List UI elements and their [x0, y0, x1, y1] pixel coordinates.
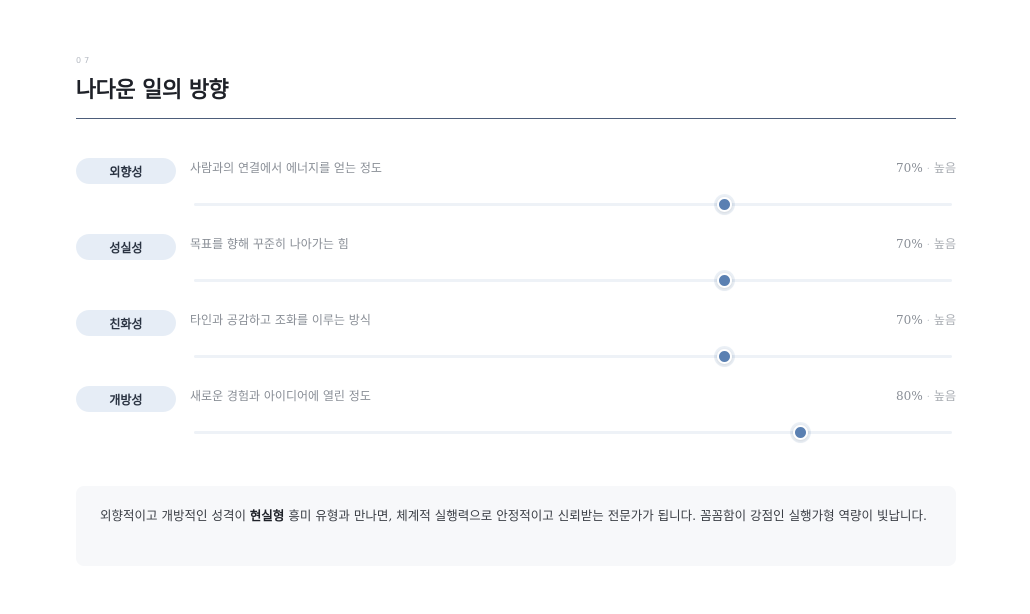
trait-level: 높음: [933, 389, 956, 403]
trait-score: 70% · 높음: [896, 311, 956, 328]
trait-row-conscientiousness: 성실성 목표를 향해 꾸준히 나아가는 힘 70% · 높음: [76, 234, 956, 304]
trait-level: 높음: [933, 161, 956, 175]
summary-text-before: 외향적이고 개방적인 성격이: [100, 508, 250, 523]
summary-text-after: 흥미 유형과 만나면, 체계적 실행력으로 안정적이고 신뢰받는 전문가가 됩니…: [284, 508, 927, 523]
trait-row-agreeableness: 친화성 타인과 공감하고 조화를 이루는 방식 70% · 높음: [76, 310, 956, 380]
summary-box: 외향적이고 개방적인 성격이 현실형 흥미 유형과 만나면, 체계적 실행력으로…: [76, 486, 956, 566]
slider-knob[interactable]: [717, 349, 733, 364]
trait-percent: 80%: [896, 389, 923, 403]
trait-percent: 70%: [896, 161, 923, 175]
trait-score: 70% · 높음: [896, 159, 956, 176]
slider-knob[interactable]: [717, 273, 733, 288]
title-divider: [76, 118, 956, 119]
trait-row-openness: 개방성 새로운 경험과 아이디어에 열린 정도 80% · 높음: [76, 386, 956, 456]
separator-dot: ·: [926, 316, 930, 327]
separator-dot: ·: [926, 164, 930, 175]
trait-score: 80% · 높음: [896, 387, 956, 404]
trait-badge: 친화성: [76, 310, 176, 336]
slider-knob[interactable]: [792, 425, 808, 440]
trait-description: 목표를 향해 꾸준히 나아가는 힘: [190, 237, 349, 251]
slider-track: [194, 431, 952, 434]
trait-percent: 70%: [896, 313, 923, 327]
separator-dot: ·: [926, 392, 930, 403]
trait-percent: 70%: [896, 237, 923, 251]
trait-badge: 외향성: [76, 158, 176, 184]
section-number: 07: [76, 56, 93, 65]
slider-knob[interactable]: [717, 197, 733, 212]
trait-row-extraversion: 외향성 사람과의 연결에서 에너지를 얻는 정도 70% · 높음: [76, 158, 956, 228]
trait-badge: 개방성: [76, 386, 176, 412]
slider-track: [194, 355, 952, 358]
page-title: 나다운 일의 방향: [76, 78, 229, 103]
trait-level: 높음: [933, 313, 956, 327]
separator-dot: ·: [926, 240, 930, 251]
slider-track: [194, 279, 952, 282]
trait-description: 타인과 공감하고 조화를 이루는 방식: [190, 313, 371, 327]
page: 07 나다운 일의 방향 외향성 사람과의 연결에서 에너지를 얻는 정도 70…: [0, 0, 1030, 614]
trait-description: 새로운 경험과 아이디어에 열린 정도: [190, 389, 371, 403]
summary-highlight: 현실형: [249, 508, 285, 523]
trait-badge: 성실성: [76, 234, 176, 260]
trait-score: 70% · 높음: [896, 235, 956, 252]
trait-level: 높음: [933, 237, 956, 251]
trait-description: 사람과의 연결에서 에너지를 얻는 정도: [190, 161, 382, 175]
slider-track: [194, 203, 952, 206]
